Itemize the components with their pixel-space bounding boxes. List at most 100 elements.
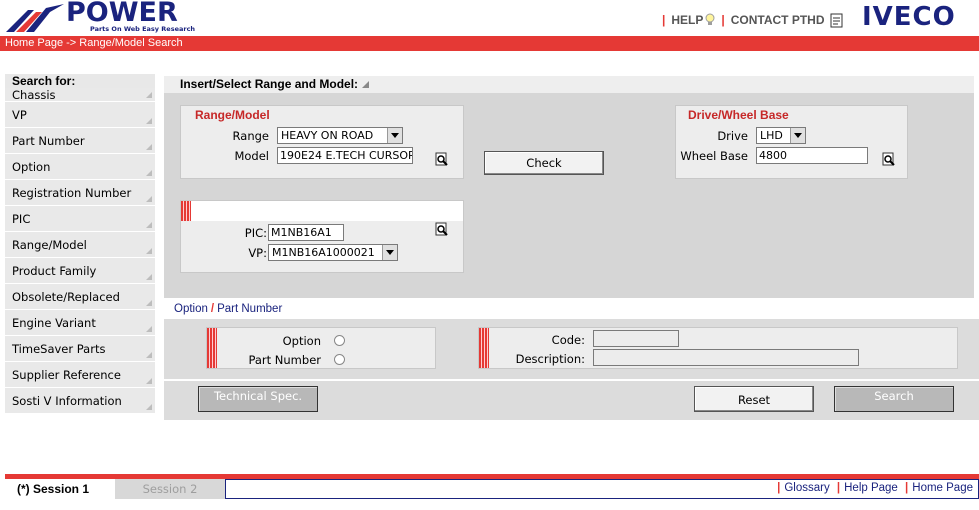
option-radio-label: Option xyxy=(282,334,321,348)
model-label: Model xyxy=(234,149,269,163)
sidebar-item-label: TimeSaver Parts xyxy=(12,342,106,356)
sidebar-item-range-model[interactable]: Range/Model xyxy=(5,232,155,258)
lookup-magnifier-icon[interactable] xyxy=(435,152,449,167)
technical-spec-button[interactable]: Technical Spec. xyxy=(198,386,318,412)
sidebar-item-label: Chassis xyxy=(12,88,56,102)
corner-triangle-icon xyxy=(146,170,152,176)
home-page-link[interactable]: Home Page xyxy=(912,482,973,494)
sidebar-item-label: Registration Number xyxy=(12,186,132,200)
range-select-value: HEAVY ON ROAD xyxy=(281,129,374,142)
pic-label: PIC: xyxy=(244,226,267,240)
lookup-magnifier-icon[interactable] xyxy=(882,152,896,167)
main-content: Insert/Select Range and Model: Range/Mod… xyxy=(164,74,979,420)
vp-select[interactable]: M1NB16A1000021 xyxy=(268,244,398,261)
range-label: Range xyxy=(232,129,269,143)
sidebar-item-label: VP xyxy=(12,108,27,122)
code-description-box: Code: Description: xyxy=(478,327,958,369)
sidebar-item-chassis[interactable]: Chassis xyxy=(5,88,155,102)
drive-wheelbase-box: Drive/Wheel Base Drive LHD Wheel Base 48… xyxy=(675,105,908,179)
chevron-down-icon xyxy=(387,128,402,143)
sidebar: Search for: Chassis VP Part Number Optio… xyxy=(5,74,155,414)
top-links: | HELP | CONTACT PTHD xyxy=(662,10,844,30)
sidebar-item-option[interactable]: Option xyxy=(5,154,155,180)
drive-select-value: LHD xyxy=(760,129,783,142)
range-select[interactable]: HEAVY ON ROAD xyxy=(277,127,403,144)
code-input[interactable] xyxy=(593,330,679,347)
logo-tagline: Parts On Web Easy Research xyxy=(90,25,196,33)
sidebar-item-label: PIC xyxy=(12,212,31,226)
vp-label: VP: xyxy=(248,246,267,260)
wheelbase-input[interactable]: 4800 xyxy=(756,147,868,164)
part-number-radio[interactable] xyxy=(334,354,345,365)
chevron-down-icon xyxy=(790,128,805,143)
glossary-link[interactable]: Glossary xyxy=(784,482,829,494)
lookup-magnifier-icon[interactable] xyxy=(435,222,449,237)
check-button[interactable]: Check xyxy=(484,151,604,175)
reset-button[interactable]: Reset xyxy=(694,386,814,412)
help-bulb-icon xyxy=(705,13,715,25)
search-button[interactable]: Search xyxy=(834,386,954,412)
option-radio[interactable] xyxy=(334,335,345,346)
range-model-box: Range/Model Range HEAVY ON ROAD Model 19… xyxy=(180,105,464,179)
page-title: Insert/Select Range and Model: xyxy=(164,76,974,93)
corner-triangle-icon xyxy=(146,248,152,254)
pic-box-header xyxy=(191,201,463,221)
sidebar-item-timesaver-parts[interactable]: TimeSaver Parts xyxy=(5,336,155,362)
corner-triangle-icon xyxy=(146,196,152,202)
tab-option[interactable]: Option xyxy=(174,303,208,315)
sidebar-item-label: Sosti V Information xyxy=(12,394,122,408)
radio-box: Option Part Number xyxy=(206,327,436,369)
sidebar-item-obsolete-replaced[interactable]: Obsolete/Replaced xyxy=(5,284,155,310)
range-model-title: Range/Model xyxy=(195,108,270,122)
wheelbase-label: Wheel Base xyxy=(680,149,748,163)
part-number-radio-label: Part Number xyxy=(248,353,321,367)
description-input[interactable] xyxy=(593,349,859,366)
contact-link[interactable]: CONTACT PTHD xyxy=(731,13,825,27)
session-1-tab[interactable]: (*) Session 1 xyxy=(5,479,115,499)
sidebar-item-product-family[interactable]: Product Family xyxy=(5,258,155,284)
power-logo[interactable]: POWER Parts On Web Easy Research xyxy=(4,0,195,34)
sidebar-item-registration-number[interactable]: Registration Number xyxy=(5,180,155,206)
option-part-tabs: Option / Part Number xyxy=(174,303,283,315)
corner-triangle-icon xyxy=(146,274,152,280)
corner-triangle-icon xyxy=(146,118,152,124)
help-link[interactable]: HELP xyxy=(671,13,703,27)
sidebar-item-engine-variant[interactable]: Engine Variant xyxy=(5,310,155,336)
pic-box-stripes xyxy=(181,201,191,221)
corner-triangle-icon xyxy=(146,222,152,228)
drive-wheelbase-title: Drive/Wheel Base xyxy=(688,108,789,122)
model-input[interactable]: 190E24 E.TECH CURSOR xyxy=(277,147,413,164)
sidebar-item-part-number[interactable]: Part Number xyxy=(5,128,155,154)
sidebar-item-label: Range/Model xyxy=(12,238,87,252)
corner-triangle-icon xyxy=(146,352,152,358)
pic-input[interactable]: M1NB16A1 xyxy=(268,224,344,241)
power-swoosh-icon xyxy=(6,4,64,32)
corner-triangle-icon xyxy=(146,144,152,150)
corner-triangle-icon xyxy=(146,378,152,384)
logo-word: POWER xyxy=(66,0,178,28)
contact-doc-icon[interactable] xyxy=(830,13,844,28)
chevron-down-icon xyxy=(382,245,397,260)
help-page-link[interactable]: Help Page xyxy=(844,482,898,494)
sidebar-item-vp[interactable]: VP xyxy=(5,102,155,128)
code-label: Code: xyxy=(551,333,585,347)
sidebar-item-label: Obsolete/Replaced xyxy=(12,290,120,304)
sidebar-item-sosti-v-information[interactable]: Sosti V Information xyxy=(5,388,155,414)
iveco-brand: IVECO xyxy=(862,2,956,32)
option-part-panel: Option Part Number Code: Description: Te… xyxy=(164,319,979,420)
corner-triangle-icon xyxy=(146,92,152,98)
sidebar-item-pic[interactable]: PIC xyxy=(5,206,155,232)
corner-triangle-icon xyxy=(146,326,152,332)
sidebar-item-label: Part Number xyxy=(12,134,85,148)
breadcrumb: Home Page -> Range/Model Search xyxy=(0,36,979,51)
description-label: Description: xyxy=(515,352,585,366)
tab-part-number[interactable]: Part Number xyxy=(217,303,282,315)
title-arrow-icon xyxy=(362,81,370,88)
sidebar-item-supplier-reference[interactable]: Supplier Reference xyxy=(5,362,155,388)
session-2-tab[interactable]: Session 2 xyxy=(115,479,225,499)
header: POWER Parts On Web Easy Research | HELP … xyxy=(0,0,979,36)
vp-select-value: M1NB16A1000021 xyxy=(272,246,375,259)
range-model-panel-area: Range/Model Range HEAVY ON ROAD Model 19… xyxy=(164,93,974,298)
corner-triangle-icon xyxy=(146,300,152,306)
drive-select[interactable]: LHD xyxy=(756,127,806,144)
